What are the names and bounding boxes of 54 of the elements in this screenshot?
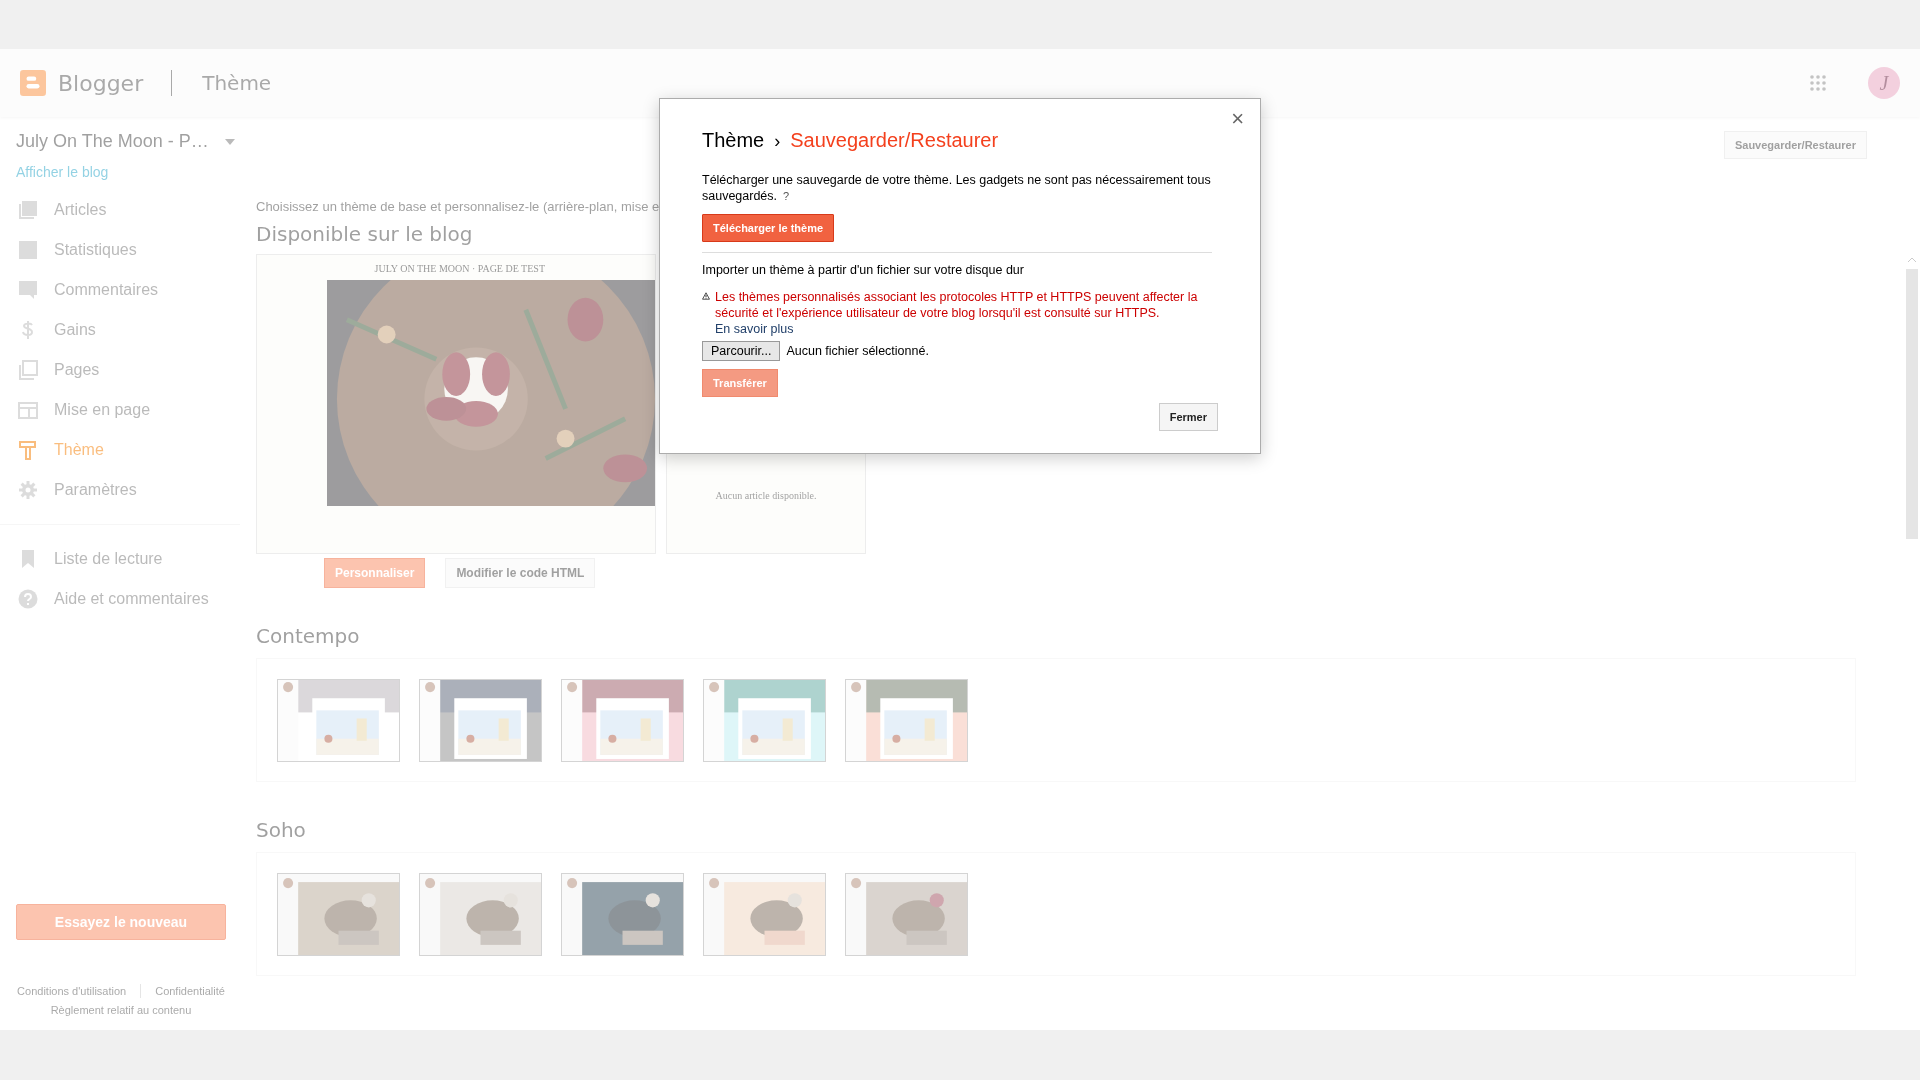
user-avatar[interactable]: J (1868, 67, 1900, 99)
sidebar-item[interactable]: Pages (16, 350, 240, 390)
page-title: Thème (202, 71, 272, 95)
sidebar-item[interactable]: Commentaires (16, 270, 240, 310)
sidebar-item[interactable]: Thème (16, 430, 240, 470)
theme-group-heading: Soho (256, 818, 306, 842)
theme-icon (18, 440, 38, 460)
posts-icon (18, 200, 38, 220)
learn-more-link[interactable]: En savoir plus (715, 321, 1212, 337)
pages-icon (18, 360, 38, 380)
help-icon (18, 589, 38, 609)
sidebar-item[interactable]: Mise en page (16, 390, 240, 430)
intro-text: Choisissez un thème de base et personnalisez-le (arrière-plan, mise e (256, 199, 660, 214)
download-description: Télécharger une sauvegarde de votre thème. Les gadgets ne sont pas nécessairement tous sauvegardés. ? (702, 172, 1212, 204)
layout-icon (18, 400, 38, 420)
browse-button[interactable]: Parcourir... (702, 341, 781, 361)
sidebar-item[interactable]: Paramètres (16, 470, 240, 510)
comments-icon (18, 280, 38, 300)
mobile-preview-text: Aucun article disponible. (715, 490, 817, 501)
section-heading: Disponible sur le blog (256, 222, 473, 246)
scroll-up-icon[interactable] (1906, 257, 1917, 263)
content-policy-link[interactable]: Règlement relatif au contenu (50, 1004, 192, 1016)
sidebar-item[interactable]: Statistiques (16, 230, 240, 270)
blogger-logo-text[interactable]: Blogger (58, 70, 144, 96)
sidebar-item[interactable]: Gains (16, 310, 240, 350)
privacy-link[interactable]: Confidentialité (155, 985, 225, 997)
dropdown-caret-icon[interactable] (224, 138, 235, 145)
customize-button[interactable]: Personnaliser (324, 558, 426, 588)
preview-blog-title: JULY ON THE MOON · PAGE DE TEST (374, 262, 546, 276)
terms-link[interactable]: Conditions d'utilisation (17, 985, 127, 997)
view-blog-link[interactable]: Afficher le blog (16, 164, 240, 180)
dialog-title: Sauvegarder/Restaurer (790, 129, 999, 152)
edit-html-button[interactable]: Modifier le code HTML (445, 558, 596, 588)
backup-restore-button[interactable]: Sauvegarder/Restaurer (1723, 131, 1867, 159)
file-status-text: Aucun fichier sélectionné. (786, 344, 929, 358)
gear-icon (18, 480, 38, 500)
apps-grid-icon[interactable] (1810, 75, 1826, 91)
scrollbar-thumb[interactable] (1905, 269, 1918, 539)
sidebar-item[interactable]: Aide et commentaires (16, 579, 240, 619)
try-new-button[interactable]: Essayez le nouveau (16, 904, 226, 940)
download-theme-button[interactable]: Télécharger le thème (702, 214, 835, 242)
sidebar-item[interactable]: Liste de lecture (16, 539, 240, 579)
stats-icon (18, 240, 38, 260)
close-button[interactable]: × (1225, 107, 1250, 131)
warning-icon (702, 289, 710, 303)
import-description: Importer un thème à partir d'un fichier sur votre disque dur (702, 263, 1025, 277)
blogger-logo-icon (20, 70, 46, 96)
warning-text: Les thèmes personnalisés associant les protocoles HTTP et HTTPS peuvent affecter la sécurité et l'expérience utilisateur de votre blog lorsqu'il est consulté sur HTTPS. (715, 289, 1199, 321)
theme-group-heading: Contempo (256, 624, 360, 648)
close-dialog-button[interactable]: Fermer (1158, 403, 1218, 431)
breadcrumb-separator: › (774, 131, 781, 152)
breadcrumb-link[interactable]: Thème (702, 129, 765, 152)
sidebar-item[interactable]: Articles (16, 190, 240, 230)
blog-selector[interactable]: July On The Moon - P… (16, 131, 209, 152)
